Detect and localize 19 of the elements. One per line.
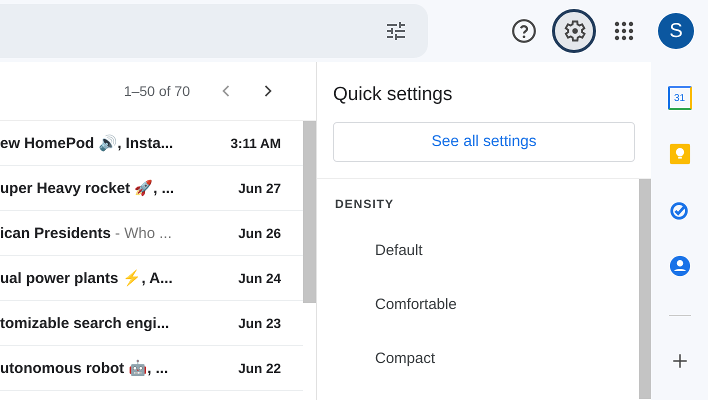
email-row[interactable]: tomizable search engi... Jun 23 xyxy=(0,301,303,346)
density-option[interactable]: Default xyxy=(317,223,639,277)
panel-title: Quick settings xyxy=(332,83,454,107)
check-circle-icon[interactable] xyxy=(668,199,690,221)
page-range: 1–50 of 70 xyxy=(124,83,190,99)
scrollbar-thumb[interactable] xyxy=(303,121,316,303)
email-row[interactable]: utonomous robot 🤖, ... Jun 22 xyxy=(0,346,303,391)
account-avatar[interactable]: S xyxy=(658,13,694,49)
filter-sliders-icon[interactable] xyxy=(384,19,408,43)
density-option[interactable]: Comfortable xyxy=(317,277,639,331)
calendar-icon[interactable]: 31 xyxy=(668,86,692,110)
add-icon[interactable] xyxy=(670,352,688,370)
scrollbar-thumb[interactable] xyxy=(639,179,651,399)
density-option[interactable]: Compact xyxy=(317,331,639,385)
settings-icon[interactable] xyxy=(552,9,596,53)
section-heading: DENSITY xyxy=(334,196,396,213)
see-all-settings-button[interactable]: See all settings xyxy=(333,122,635,162)
search-field[interactable] xyxy=(0,4,428,58)
person-icon[interactable] xyxy=(668,255,690,277)
